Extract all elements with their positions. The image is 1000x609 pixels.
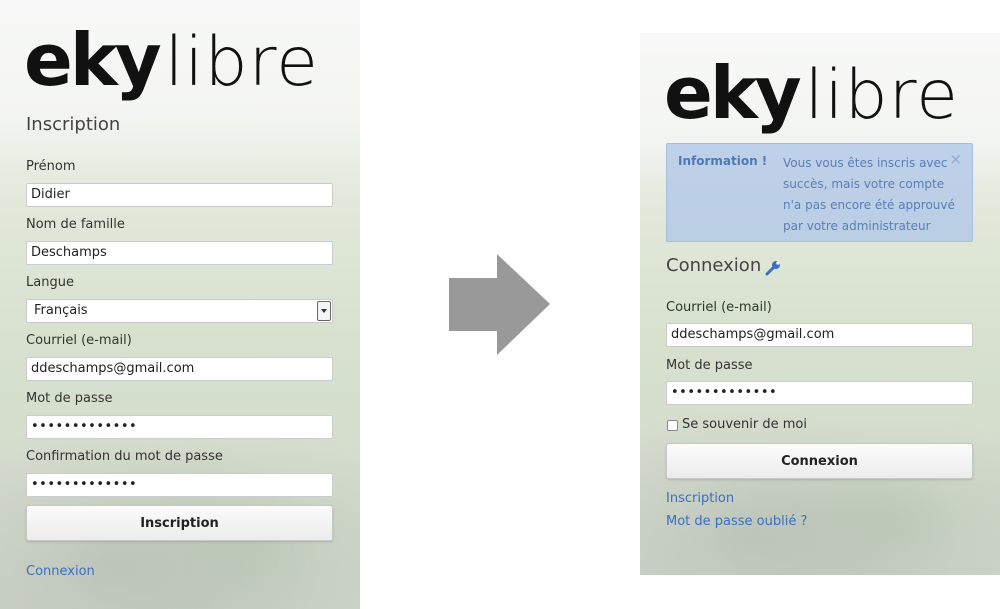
ekylibre-logo: eky libre: [24, 18, 319, 102]
logo-bold-part: eky: [24, 18, 162, 102]
firstname-label: Prénom: [26, 159, 76, 174]
lastname-field[interactable]: Deschamps: [26, 241, 333, 265]
password-confirmation-label: Confirmation du mot de passe: [26, 449, 223, 464]
registration-screen: eky libre Inscription Prénom Didier Nom …: [0, 0, 360, 609]
language-label: Langue: [26, 275, 74, 290]
page-title: Inscription: [26, 114, 121, 135]
password-confirmation-field[interactable]: •••••••••••••: [26, 473, 333, 497]
logo-light-part: libre: [804, 56, 959, 135]
email-label: Courriel (e-mail): [26, 333, 132, 348]
wrench-icon: [765, 260, 781, 275]
logo-bold-part: eky: [664, 51, 802, 135]
alert-message: Vous vous êtes inscris avec succès, mais…: [783, 156, 955, 233]
lastname-label: Nom de famille: [26, 217, 125, 232]
alert-title: Information !: [678, 154, 768, 168]
email-field[interactable]: ddeschamps@gmail.com: [26, 357, 333, 381]
right-arrow-icon: [449, 254, 550, 355]
logo-light-part: libre: [164, 23, 319, 102]
language-select[interactable]: Français: [26, 299, 333, 323]
login-screen: eky libre Information ! Vous vous êtes i…: [640, 33, 1000, 575]
login-button[interactable]: Connexion: [666, 443, 973, 479]
page-title: Connexion: [666, 255, 762, 276]
email-label: Courriel (e-mail): [666, 300, 772, 315]
password-label: Mot de passe: [26, 391, 113, 406]
close-icon[interactable]: ×: [949, 150, 962, 168]
language-selected-value: Français: [34, 303, 88, 318]
forgot-password-link[interactable]: Mot de passe oublié ?: [666, 514, 807, 529]
password-label: Mot de passe: [666, 358, 753, 373]
remember-me-label[interactable]: Se souvenir de moi: [682, 417, 807, 432]
login-link[interactable]: Connexion: [26, 564, 95, 579]
password-field[interactable]: •••••••••••••: [666, 381, 973, 405]
remember-me-checkbox[interactable]: [667, 420, 678, 431]
register-link[interactable]: Inscription: [666, 491, 734, 506]
register-button[interactable]: Inscription: [26, 505, 333, 541]
password-field[interactable]: •••••••••••••: [26, 415, 333, 439]
ekylibre-logo: eky libre: [664, 51, 959, 135]
chevron-down-icon[interactable]: [317, 301, 331, 321]
info-alert: Information ! Vous vous êtes inscris ave…: [666, 143, 973, 242]
firstname-field[interactable]: Didier: [26, 183, 333, 207]
email-field[interactable]: ddeschamps@gmail.com: [666, 323, 973, 347]
login-title-row: Connexion: [666, 255, 781, 276]
